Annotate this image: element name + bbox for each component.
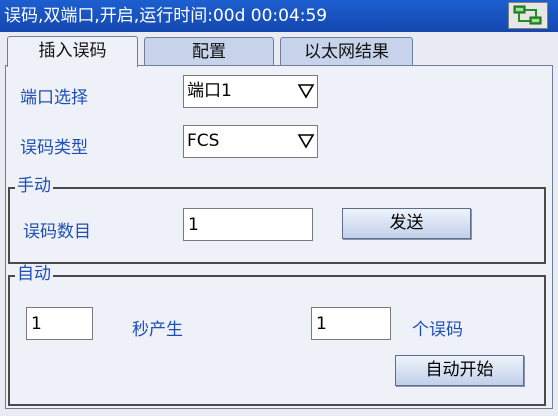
error-type-label: 误码类型	[20, 138, 88, 158]
error-count-label: 误码数目	[23, 222, 91, 242]
tab-content-panel: 端口选择 端口1 误码类型 FCS 手动 误码数目 发送 自动 秒产生 个误码 …	[5, 65, 553, 409]
port-select-value: 端口1	[187, 81, 232, 101]
title-bar: 误码,双端口,开启,运行时间:00d 00:04:59	[0, 0, 558, 32]
tab-bar: 插入误码 配置 以太网结果	[0, 32, 558, 67]
auto-start-button[interactable]: 自动开始	[395, 355, 524, 386]
network-icon	[508, 2, 548, 29]
auto-count-label: 个误码	[412, 320, 463, 340]
error-type-select[interactable]: FCS	[183, 125, 318, 158]
error-type-value: FCS	[187, 131, 220, 151]
dropdown-arrow-icon	[297, 134, 315, 149]
auto-count-input[interactable]	[311, 307, 391, 340]
auto-group-title: 自动	[15, 264, 53, 284]
send-button[interactable]: 发送	[342, 208, 471, 239]
port-select-label: 端口选择	[20, 88, 88, 108]
dropdown-arrow-icon	[297, 84, 315, 99]
auto-interval-input[interactable]	[26, 307, 93, 340]
auto-interval-label: 秒产生	[132, 320, 183, 340]
error-count-input[interactable]	[183, 208, 313, 241]
tab-insert-error[interactable]: 插入误码	[7, 36, 138, 67]
device-screen: 误码,双端口,开启,运行时间:00d 00:04:59 插入误码 配置 以太网结…	[0, 0, 558, 416]
port-select[interactable]: 端口1	[183, 75, 318, 108]
tab-config[interactable]: 配置	[144, 37, 274, 66]
auto-group	[8, 275, 546, 406]
manual-group-title: 手动	[15, 176, 53, 196]
title-status-text: 误码,双端口,开启,运行时间:00d 00:04:59	[4, 6, 328, 26]
tab-ethernet-results[interactable]: 以太网结果	[280, 37, 413, 66]
